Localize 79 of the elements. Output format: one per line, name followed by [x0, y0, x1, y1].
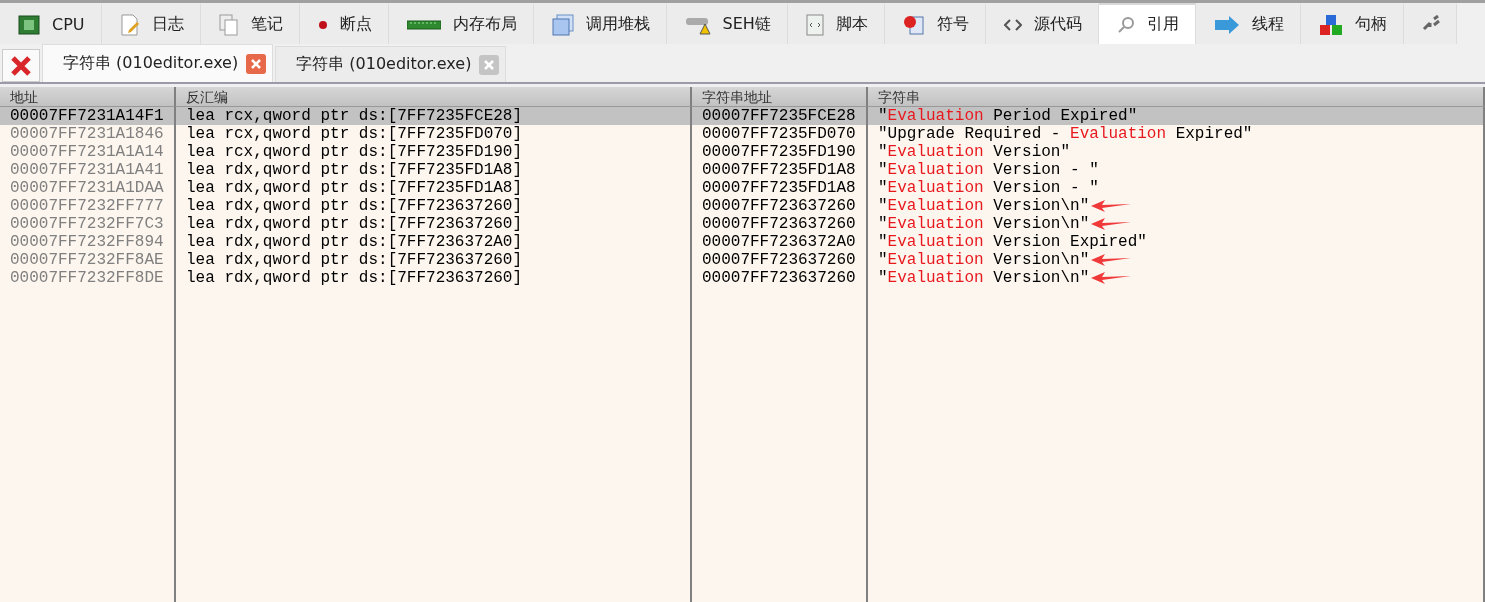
address-cell: 00007FF7231A14F1 [0, 107, 176, 125]
disassembly-cell: lea rdx,qword ptr ds:[7FF723637260] [176, 269, 692, 287]
string-cell: "Evaluation Version Expired" [878, 233, 1147, 251]
close-icon [250, 57, 263, 70]
disassembly-cell: lea rdx,qword ptr ds:[7FF7236372A0] [176, 233, 692, 251]
tab[interactable]: 源代码 [985, 3, 1099, 44]
close-icon [483, 58, 496, 71]
tab[interactable]: CPU [0, 3, 102, 44]
address-cell: 00007FF7231A1846 [0, 125, 176, 143]
script-icon [805, 13, 824, 36]
tab-label[interactable]: 字符串 (010editor.exe) [63, 53, 239, 74]
string-address-cell: 00007FF723637260 [692, 269, 868, 287]
string-address-cell: 00007FF723637260 [692, 197, 868, 215]
tab[interactable]: 线程 [1195, 3, 1301, 44]
dot-icon [317, 19, 328, 30]
string-address-cell: 00007FF7235FD1A8 [692, 179, 868, 197]
tab-label[interactable]: 字符串 (010editor.exe) [296, 54, 472, 75]
string-cell: "Evaluation Version - " [878, 179, 1099, 197]
column-header[interactable]: 反汇编 [176, 87, 692, 107]
tab[interactable]: 内存布局 [388, 3, 534, 44]
string-cell: "Evaluation Version - " [878, 161, 1099, 179]
string-address-cell: 00007FF7235FD1A8 [692, 161, 868, 179]
address-cell: 00007FF7232FF7C3 [0, 215, 176, 233]
column-header[interactable]: 地址 [0, 87, 176, 107]
close-all-button[interactable] [2, 49, 40, 82]
string-address-cell: 00007FF7235FCE28 [692, 107, 868, 125]
string-cell: "Evaluation Version\n" [878, 215, 1090, 233]
tab[interactable]: 符号 [884, 3, 986, 44]
string-address-cell: 00007FF7236372A0 [692, 233, 868, 251]
code-brackets-icon [1003, 17, 1022, 32]
disassembly-cell: lea rdx,qword ptr ds:[7FF723637260] [176, 215, 692, 233]
disassembly-cell: lea rcx,qword ptr ds:[7FF7235FD190] [176, 143, 692, 161]
tab[interactable]: 句柄 [1300, 3, 1404, 44]
blocks-icon [1318, 13, 1343, 36]
disassembly-cell: lea rcx,qword ptr ds:[7FF7235FCE28] [176, 107, 692, 125]
address-cell: 00007FF7232FF894 [0, 233, 176, 251]
documents-icon [218, 13, 239, 36]
tab[interactable]: 日志 [101, 3, 201, 44]
disassembly-cell: lea rcx,qword ptr ds:[7FF7235FD070] [176, 125, 692, 143]
tab[interactable]: 引用 [1098, 3, 1196, 44]
address-cell: 00007FF7231A1DAA [0, 179, 176, 197]
document-pencil-icon [119, 13, 140, 36]
tab[interactable]: 断点 [299, 3, 389, 44]
string-cell: "Upgrade Required - Evaluation Expired" [878, 125, 1253, 143]
disassembly-cell: lea rdx,qword ptr ds:[7FF7235FD1A8] [176, 161, 692, 179]
string-address-cell: 00007FF723637260 [692, 215, 868, 233]
tab[interactable]: 调用堆栈 [533, 3, 667, 44]
search-icon [1116, 15, 1135, 34]
address-cell: 00007FF7232FF8AE [0, 251, 176, 269]
document-ball-icon [902, 13, 925, 36]
string-cell: "Evaluation Version\n" [878, 251, 1090, 269]
string-cell: "Evaluation Version\n" [878, 269, 1090, 287]
address-cell: 00007FF7231A1A41 [0, 161, 176, 179]
close-icon [10, 54, 32, 77]
tab[interactable]: 笔记 [200, 3, 300, 44]
tab[interactable]: 脚本 [787, 3, 885, 44]
string-cell: "Evaluation Period Expired" [878, 107, 1138, 125]
column-header[interactable]: 字符串地址 [692, 87, 868, 107]
arrow-icon [1213, 15, 1240, 34]
address-cell: 00007FF7231A1A14 [0, 143, 176, 161]
disassembly-cell: lea rdx,qword ptr ds:[7FF723637260] [176, 251, 692, 269]
string-cell: "Evaluation Version\n" [878, 197, 1090, 215]
address-cell: 00007FF7232FF777 [0, 197, 176, 215]
tab[interactable] [1403, 3, 1457, 44]
string-address-cell: 00007FF7235FD070 [692, 125, 868, 143]
chip-icon [18, 14, 40, 35]
document-tab[interactable]: 字符串 (010editor.exe) [42, 44, 274, 82]
cube-icon [551, 13, 574, 36]
address-cell: 00007FF7232FF8DE [0, 269, 176, 287]
disassembly-cell: lea rdx,qword ptr ds:[7FF7235FD1A8] [176, 179, 692, 197]
string-address-cell: 00007FF723637260 [692, 251, 868, 269]
string-cell: "Evaluation Version" [878, 143, 1071, 161]
string-address-cell: 00007FF7235FD190 [692, 143, 868, 161]
tab[interactable]: SEH链 [666, 3, 788, 44]
column-header[interactable]: 字符串 [868, 87, 1485, 107]
document-tab[interactable]: 字符串 (010editor.exe) [275, 46, 507, 82]
disassembly-cell: lea rdx,qword ptr ds:[7FF723637260] [176, 197, 692, 215]
close-tab-button[interactable] [246, 53, 267, 74]
memory-stick-icon [406, 19, 441, 30]
